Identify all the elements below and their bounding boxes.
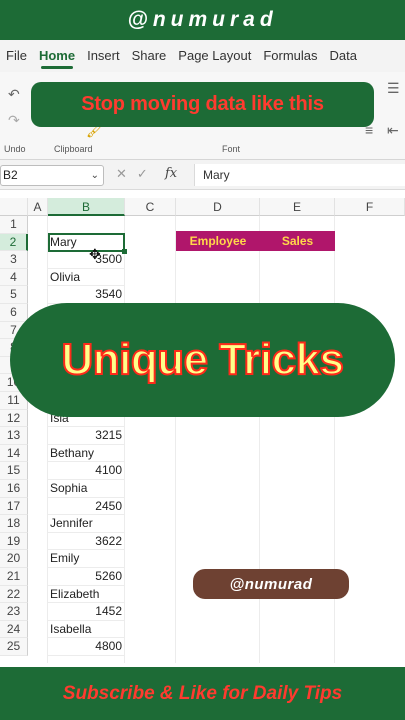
undo-icon[interactable]: ↶ [8,86,20,103]
tab-formulas[interactable]: Formulas [257,40,323,72]
tab-home[interactable]: Home [33,40,81,72]
cell-b20[interactable]: Emily [48,550,125,568]
column-header-c[interactable]: C [125,198,176,216]
cell-b17[interactable]: 2450 [48,497,125,516]
column-header-d[interactable]: D [176,198,260,216]
column-header-e[interactable]: E [260,198,335,216]
table-header-cells[interactable]: Employee Sales [176,231,335,251]
active-cell-selection[interactable] [48,233,127,254]
row-header-2[interactable]: 2 [0,233,28,252]
cell-b24[interactable]: Isabella [48,620,125,639]
ribbon-tabs: File Home Insert Share Page Layout Formu… [0,40,405,72]
tab-page-layout[interactable]: Page Layout [172,40,257,72]
function-icon[interactable]: fx [165,166,177,181]
cell-b19[interactable]: 3622 [48,532,125,551]
handle-text: @numurad [127,8,278,31]
cell-b15[interactable]: 4100 [48,462,125,480]
row-header-4[interactable]: 4 [0,268,28,287]
indent-icon[interactable]: ⇤ [387,122,399,139]
column-header-b[interactable]: B [48,198,125,216]
cell-b22[interactable]: Elizabeth [48,585,125,604]
cell-b21[interactable]: 5260 [48,568,125,586]
row-header-6[interactable]: 6 [0,304,28,322]
cell-b5[interactable]: 3540 [48,286,125,304]
formula-input[interactable]: Mary [194,164,405,186]
formula-bar: B2 ⌄ ✕✓ fx Mary [0,160,405,190]
tab-insert[interactable]: Insert [81,40,126,72]
watermark-badge: @numurad [193,569,349,599]
tab-data[interactable]: Data [324,40,363,72]
bottom-banner: Subscribe & Like for Daily Tips [0,667,405,720]
tab-file[interactable]: File [0,40,33,72]
callout-banner: Stop moving data like this [31,82,374,127]
row-header-12[interactable]: 12 [0,409,28,428]
clipboard-group-label: Clipboard [54,144,93,154]
row-header-20[interactable]: 20 [0,550,28,568]
row-header-17[interactable]: 17 [0,497,28,516]
row-header-21[interactable]: 21 [0,568,28,586]
undo-group-label: Undo [4,144,26,154]
row-header-18[interactable]: 18 [0,515,28,533]
row-header-15[interactable]: 15 [0,462,28,480]
row-header-3[interactable]: 3 [0,251,28,269]
row-header-22[interactable]: 22 [0,585,28,604]
row-header-24[interactable]: 24 [0,620,28,639]
redo-icon[interactable]: ↷ [8,112,20,129]
move-cursor-icon: ✥ [89,246,101,262]
watermark-text: @numurad [229,575,313,593]
align-icon[interactable]: ☰ [387,80,400,97]
row-header-5[interactable]: 5 [0,286,28,304]
row-header-13[interactable]: 13 [0,427,28,445]
cell-b25[interactable]: 4800 [48,638,125,656]
bottom-banner-text: Subscribe & Like for Daily Tips [62,682,343,704]
row-header-19[interactable]: 19 [0,532,28,551]
tab-share[interactable]: Share [126,40,173,72]
row-header-1[interactable]: 1 [0,216,28,234]
row-header-14[interactable]: 14 [0,444,28,463]
name-box-value: B2 [3,168,18,182]
sales-header[interactable]: Sales [260,234,335,248]
row-header-25[interactable]: 25 [0,638,28,656]
employee-header[interactable]: Employee [176,234,260,248]
cell-b14[interactable]: Bethany [48,444,125,463]
cell-b3[interactable]: 3500 [48,251,125,269]
column-header-a[interactable]: A [28,198,48,216]
cell-b13[interactable]: 3215 [48,427,125,445]
cancel-confirm-icons[interactable]: ✕✓ [116,166,158,182]
name-box[interactable]: B2 ⌄ [0,165,104,186]
callout-text: Stop moving data like this [81,93,324,115]
cell-b16[interactable]: Sophia [48,480,125,498]
select-all-corner[interactable] [0,198,28,216]
chevron-down-icon[interactable]: ⌄ [91,166,99,185]
row-header-23[interactable]: 23 [0,603,28,621]
font-group-label: Font [222,144,241,154]
cell-b4[interactable]: Olivia [48,268,125,287]
overlay-title-pill: Unique Tricks [10,303,395,417]
cell-b18[interactable]: Jennifer [48,515,125,533]
row-header-16[interactable]: 16 [0,480,28,498]
cell-b23[interactable]: 1452 [48,603,125,621]
column-header-f[interactable]: F [335,198,405,216]
overlay-title: Unique Tricks [60,334,345,385]
top-banner: @numurad [0,0,405,40]
